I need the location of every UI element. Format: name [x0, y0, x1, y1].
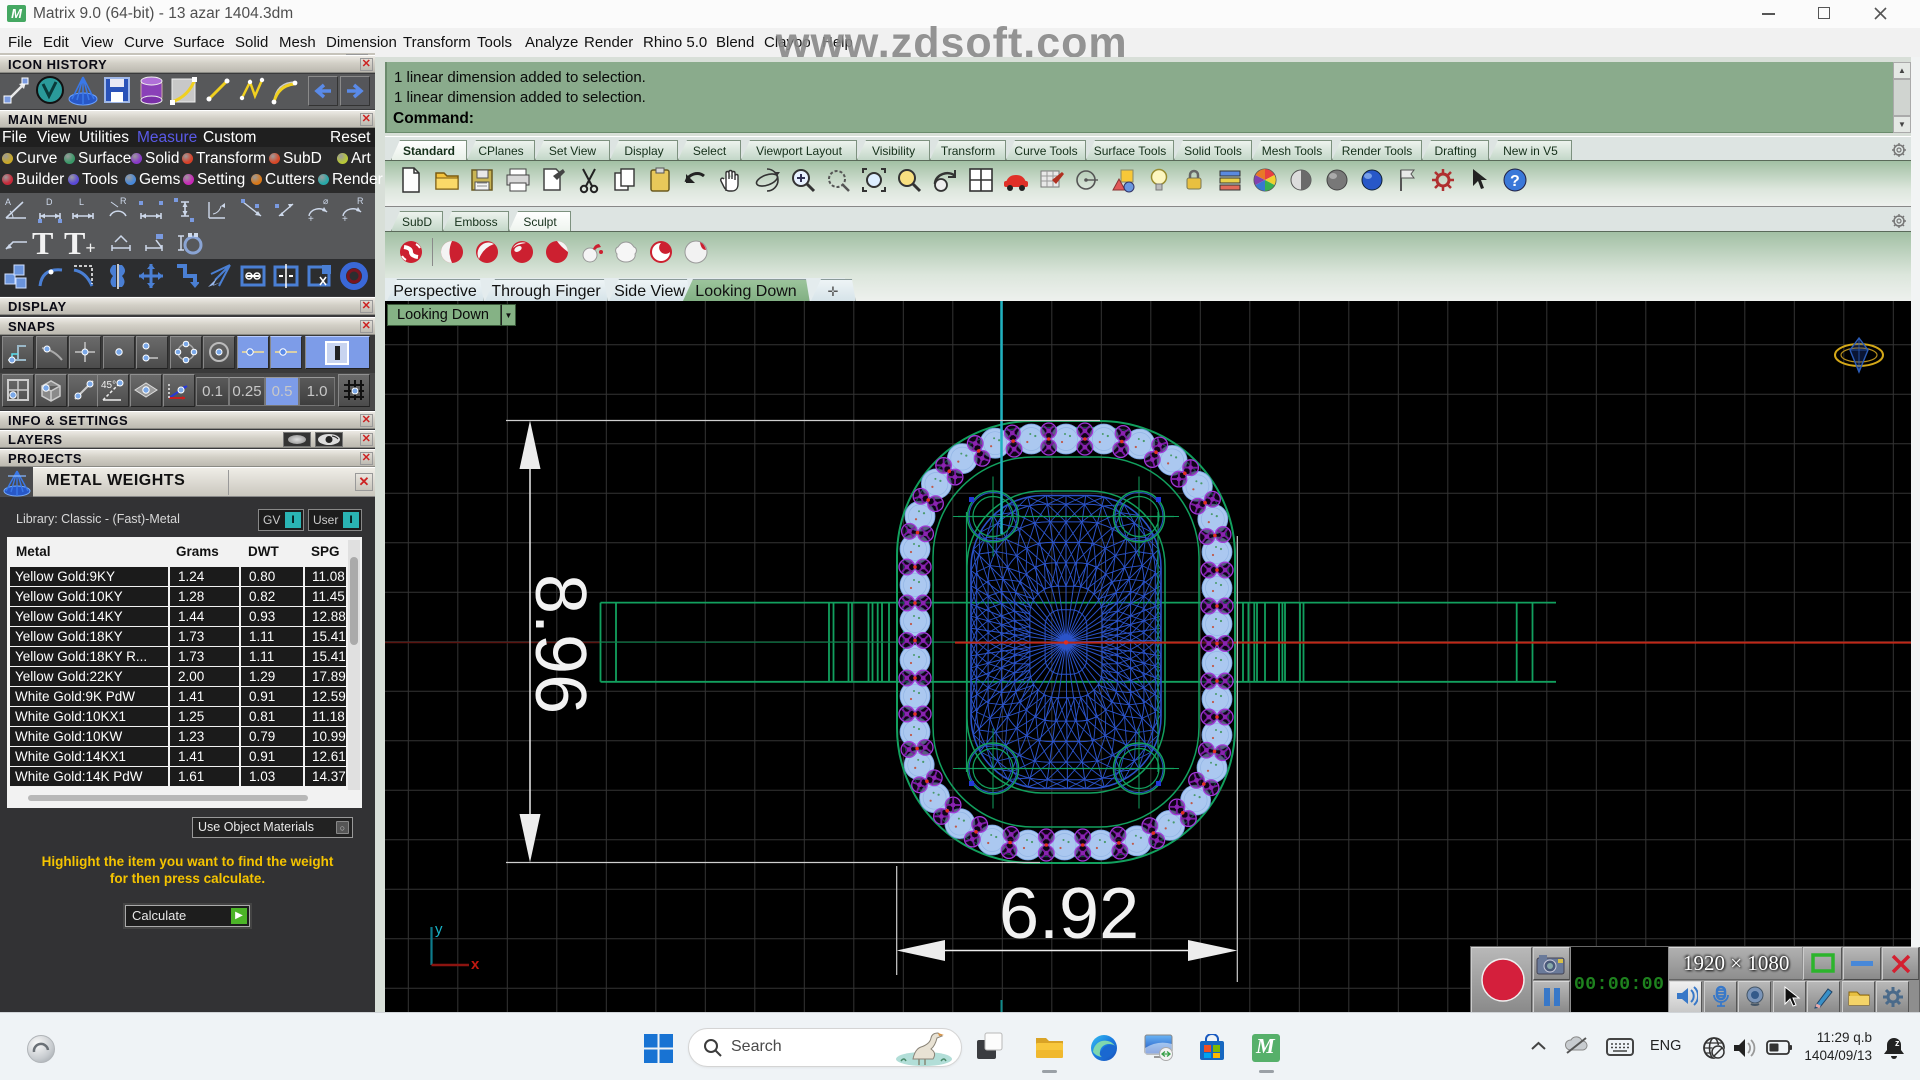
svg-text:y: y: [435, 921, 443, 938]
svg-text:z: z: [1895, 1038, 1900, 1048]
svg-text:D: D: [46, 197, 53, 207]
svg-text:?: ?: [1510, 173, 1520, 190]
svg-text:⌀: ⌀: [323, 196, 329, 206]
svg-text:6.92: 6.92: [999, 874, 1139, 954]
svg-text:L: L: [79, 197, 84, 207]
svg-text:+: +: [308, 214, 314, 224]
svg-text:A: A: [5, 197, 11, 207]
svg-text:R: R: [357, 196, 364, 206]
svg-text:45°: 45°: [101, 380, 116, 391]
svg-text:+: +: [342, 214, 348, 224]
svg-text:R: R: [120, 196, 127, 206]
svg-text:x: x: [471, 956, 480, 973]
svg-text:8.96: 8.96: [520, 574, 600, 714]
